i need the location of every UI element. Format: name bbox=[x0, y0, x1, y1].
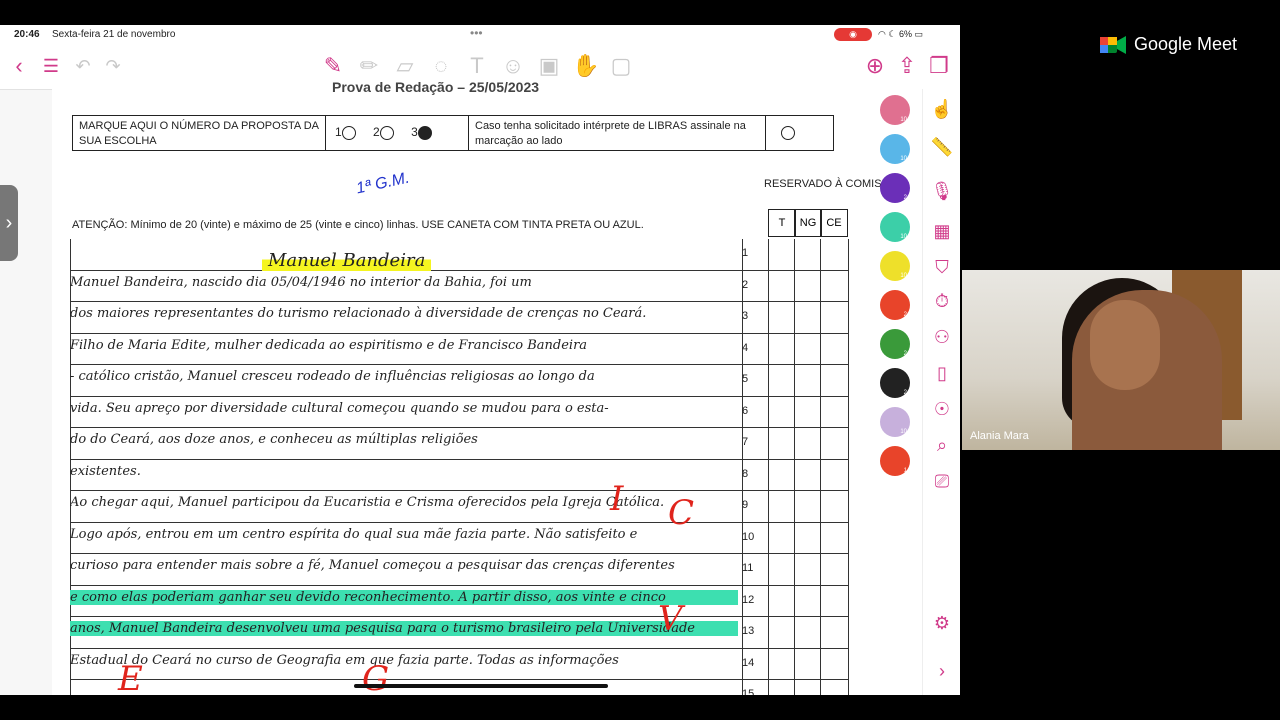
col-ce: CE bbox=[820, 209, 848, 237]
multitask-dots[interactable]: ••• bbox=[470, 26, 483, 40]
commission-columns: T NG CE bbox=[768, 209, 848, 237]
document-page: Prova de Redação – 25/05/2023 MARQUE AQU… bbox=[52, 79, 922, 695]
proposal-label: MARQUE AQUI O NÚMERO DA PROPOSTA DA SUA … bbox=[79, 120, 319, 147]
image-tool-icon[interactable]: ▣ bbox=[536, 53, 562, 79]
sidebar-toggle[interactable]: › bbox=[0, 185, 18, 261]
text-tool-icon[interactable]: T bbox=[464, 53, 490, 79]
essay-line: Ao chegar aqui, Manuel participou da Euc… bbox=[70, 491, 848, 523]
essay-lines: 1 Manuel Bandeira, nascido dia 05/04/194… bbox=[70, 239, 848, 695]
eraser-tool-icon[interactable]: ▱ bbox=[392, 53, 418, 79]
touch-icon[interactable]: ☝ bbox=[928, 99, 956, 120]
col-ng: NG bbox=[794, 209, 822, 237]
assistant-icon[interactable]: ☉ bbox=[928, 399, 956, 420]
moon-icon: ☾ bbox=[888, 29, 897, 39]
search-icon[interactable]: ⌕ bbox=[928, 435, 956, 456]
col-t: T bbox=[768, 209, 796, 237]
essay-line: vida. Seu apreço por diversidade cultura… bbox=[70, 397, 848, 428]
sticker-tool-icon[interactable]: ☺ bbox=[500, 53, 526, 79]
red-correction-mark: E bbox=[118, 659, 143, 695]
system-status: ◠ ☾ 6% ▭ bbox=[878, 29, 923, 40]
attention-note: ATENÇÃO: Mínimo de 20 (vinte) e máximo d… bbox=[72, 219, 644, 231]
menu-icon[interactable]: ☰ bbox=[40, 53, 62, 79]
share-icon[interactable]: ⇪ bbox=[894, 53, 920, 79]
pages-icon[interactable]: ❐ bbox=[926, 53, 952, 79]
status-bar: 20:46 Sexta-feira 21 de novembro ••• ◉ ◠… bbox=[0, 25, 960, 45]
calculator-icon[interactable]: ▦ bbox=[928, 221, 956, 242]
essay-line: e como elas poderiam ganhar seu devido r… bbox=[70, 586, 848, 617]
essay-line: 1 bbox=[70, 239, 848, 271]
participant-name: Alania Mara bbox=[970, 430, 1029, 442]
home-indicator[interactable] bbox=[354, 684, 608, 688]
option-3-radio[interactable] bbox=[417, 125, 432, 140]
pen-swatch[interactable]: 2 bbox=[880, 173, 910, 203]
handwritten-annotation: 1ª G.M. bbox=[354, 169, 412, 198]
option-2-radio[interactable] bbox=[379, 125, 394, 140]
pen-swatch[interactable]: 10 bbox=[880, 407, 910, 437]
essay-line: Logo após, entrou em um centro espírita … bbox=[70, 523, 848, 554]
add-page-icon[interactable]: ⊕ bbox=[862, 53, 888, 79]
participant-video[interactable]: Alania Mara bbox=[962, 270, 1280, 450]
google-meet-brand: Google Meet bbox=[1100, 34, 1237, 56]
people-icon[interactable]: ⚇ bbox=[928, 327, 956, 348]
essay-line: dos maiores representantes do turismo re… bbox=[70, 302, 848, 334]
chevron-right-icon[interactable]: › bbox=[928, 661, 956, 682]
libras-label: Caso tenha solicitado intérprete de LIBR… bbox=[475, 120, 746, 147]
status-time: 20:46 bbox=[14, 29, 40, 40]
essay-title: Manuel Bandeira bbox=[262, 250, 432, 271]
pen-swatch[interactable]: 1 bbox=[880, 446, 910, 476]
option-1-radio[interactable] bbox=[341, 125, 356, 140]
proposal-box: MARQUE AQUI O NÚMERO DA PROPOSTA DA SUA … bbox=[72, 115, 834, 151]
google-meet-title: Google Meet bbox=[1134, 34, 1238, 54]
essay-line: - católico cristão, Manuel cresceu rodea… bbox=[70, 365, 848, 397]
doc-header: Prova de Redação – 25/05/2023 bbox=[332, 79, 540, 95]
timer-icon[interactable]: ⏱ bbox=[928, 291, 956, 312]
pen-swatch[interactable]: 10 bbox=[880, 95, 910, 125]
battery-icon: ▭ bbox=[914, 29, 924, 39]
document-icon[interactable]: ▯ bbox=[928, 363, 956, 384]
pen-swatch[interactable]: 2 bbox=[880, 329, 910, 359]
pen-palette: 10 10 2 10 10 2 2 2 10 1 bbox=[880, 95, 920, 485]
pen-swatch[interactable]: 10 bbox=[880, 251, 910, 281]
microphone-icon[interactable]: 🎙 bbox=[928, 181, 956, 202]
pen-swatch[interactable]: 10 bbox=[880, 212, 910, 242]
hand-tool-icon[interactable]: ✋ bbox=[572, 53, 599, 79]
red-correction-mark: I bbox=[610, 479, 624, 519]
right-tool-rail bbox=[922, 89, 960, 695]
essay-line: Estadual do Ceará no curso de Geografia … bbox=[70, 649, 848, 680]
essay-line: curioso para entender mais sobre a fé, M… bbox=[70, 554, 848, 586]
shapes-tool-icon[interactable]: ▢ bbox=[608, 53, 634, 79]
google-meet-logo-icon bbox=[1100, 34, 1126, 56]
status-date: Sexta-feira 21 de novembro bbox=[52, 29, 176, 40]
settings-icon[interactable]: ⚙ bbox=[928, 613, 956, 634]
essay-line: anos, Manuel Bandeira desenvolveu uma pe… bbox=[70, 617, 848, 649]
libras-radio[interactable] bbox=[781, 126, 795, 140]
ipad-screen: 20:46 Sexta-feira 21 de novembro ••• ◉ ◠… bbox=[0, 25, 960, 695]
pencil-tool-icon[interactable]: ✏ bbox=[356, 53, 382, 79]
presentation-icon[interactable]: ⎚ bbox=[928, 471, 956, 492]
red-correction-mark: V bbox=[658, 599, 683, 639]
battery-level: 6% bbox=[898, 29, 912, 39]
essay-line: do do Ceará, aos doze anos, e conheceu a… bbox=[70, 428, 848, 460]
pen-tool-icon[interactable]: ✎ bbox=[320, 53, 346, 79]
ruler-icon[interactable]: 📏 bbox=[928, 137, 956, 158]
pen-swatch[interactable]: 2 bbox=[880, 368, 910, 398]
proposal-options: 1 2 3 bbox=[335, 125, 446, 140]
back-icon[interactable]: ‹ bbox=[8, 53, 30, 79]
lasso-tool-icon[interactable]: ◌ bbox=[428, 53, 454, 79]
pen-swatch[interactable]: 10 bbox=[880, 134, 910, 164]
recording-indicator-icon: ◉ bbox=[834, 28, 872, 41]
essay-line: Filho de Maria Edite, mulher dedicada ao… bbox=[70, 334, 848, 365]
undo-icon[interactable]: ↶ bbox=[72, 53, 94, 79]
red-correction-mark: C bbox=[668, 493, 695, 533]
pen-swatch[interactable]: 2 bbox=[880, 290, 910, 320]
essay-line: existentes. 8 bbox=[70, 460, 848, 491]
bookmark-icon[interactable]: ⛉ bbox=[928, 257, 956, 278]
essay-line: Manuel Bandeira, nascido dia 05/04/1946 … bbox=[70, 271, 848, 302]
red-correction-mark: G bbox=[362, 659, 390, 695]
wifi-icon: ◠ bbox=[878, 29, 886, 39]
redo-icon[interactable]: ↷ bbox=[102, 53, 124, 79]
